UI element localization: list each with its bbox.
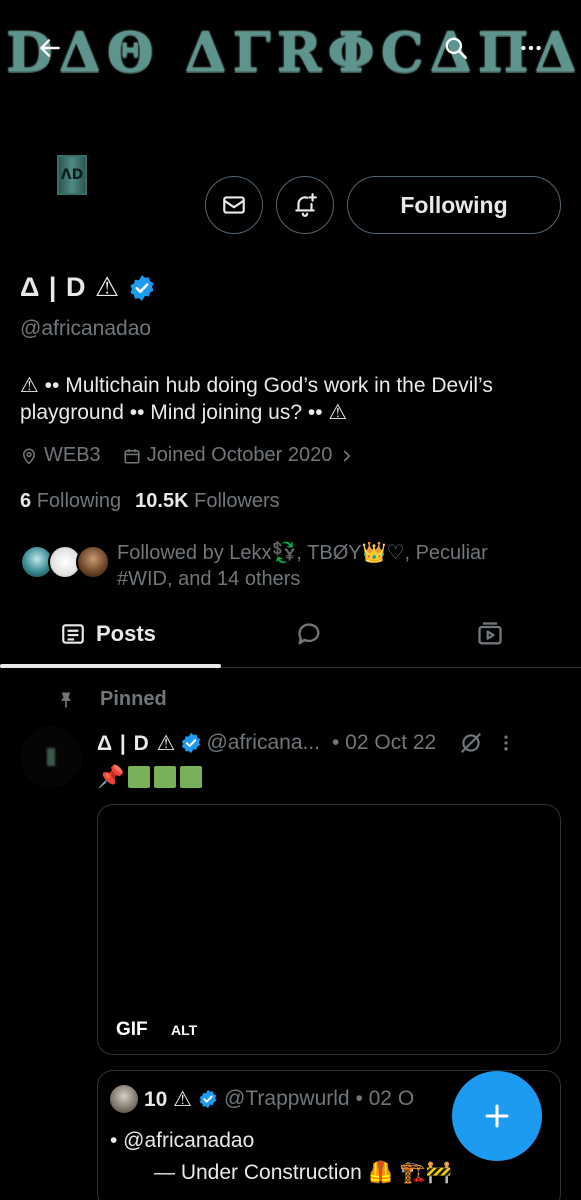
profile-handle: @africanadao [20, 317, 152, 340]
replies-icon [298, 623, 320, 645]
tab-replies[interactable] [295, 600, 323, 668]
quoted-post-header: 10 ⚠ @Trappwurld • 02 O [110, 1085, 414, 1113]
bell-plus-icon [295, 193, 317, 217]
post-author-handle: @africana... [206, 731, 320, 754]
quoted-line: • @africanadao [110, 1129, 255, 1152]
location-text: WEB3 [44, 444, 101, 466]
followed-by-text: Followed by Lekx💱, TBØY👑♡, Peculiar #WID… [117, 542, 488, 590]
compose-button[interactable] [452, 1071, 542, 1161]
followed-by-row[interactable]: Followed by Lekx💱, TBØY👑♡, Peculiar #WID… [20, 540, 537, 592]
post-author-avatar[interactable] [20, 726, 82, 788]
following-button[interactable]: Following [347, 176, 561, 234]
grok-icon[interactable] [458, 730, 484, 756]
follower-avatar [76, 545, 110, 579]
follower-avatars [20, 545, 112, 585]
profile-bio: ⚠ •• Multichain hub doing God’s work in … [20, 374, 493, 424]
pinned-label: Pinned [56, 688, 167, 711]
profile-meta: WEB3 Joined October 2020 [20, 444, 378, 467]
quoted-author-avatar [110, 1085, 138, 1113]
plus-icon [485, 1104, 509, 1128]
following-stat[interactable]: 6 Following [20, 490, 121, 513]
quoted-line: — Under Construction 🦺 🏗️🚧 [154, 1161, 452, 1184]
calendar-icon [124, 448, 140, 463]
search-icon [445, 37, 467, 59]
post-date[interactable]: • 02 Oct 22 [332, 731, 436, 755]
notifications-button[interactable] [276, 176, 334, 234]
green-square-icon [154, 766, 177, 788]
quoted-author-name: 10 ⚠ [144, 1087, 193, 1111]
post-text: 📌 [97, 764, 203, 790]
profile-avatar[interactable]: ΛD [20, 120, 144, 244]
chevron-right-icon [344, 450, 351, 461]
quoted-author-handle: @Trappwurld • 02 O [224, 1087, 415, 1110]
joined-item[interactable]: Joined October 2020 [123, 444, 357, 467]
gif-badge: GIF [116, 1019, 148, 1040]
message-button[interactable] [205, 176, 263, 234]
search-button[interactable] [430, 22, 482, 74]
quoted-post-body: • @africanadao — Under Construction 🦺 🏗️… [110, 1125, 452, 1189]
tab-indicator [0, 664, 221, 668]
more-horizontal-icon [521, 45, 541, 51]
follow-stats: 6 Following 10.5K Followers [20, 490, 280, 513]
back-button[interactable] [24, 22, 76, 74]
followers-stat[interactable]: 10.5K Followers [135, 490, 280, 513]
joined-text: Joined October 2020 [146, 444, 333, 466]
display-name-row: Δ | D ⚠ [20, 272, 156, 303]
green-square-icon [128, 766, 151, 788]
media-icon [478, 622, 502, 645]
post-author-name[interactable]: Δ | D ⚠ [97, 731, 176, 756]
gif-media[interactable]: GIF ALT [97, 804, 561, 1055]
profile-tabs: Posts [0, 600, 581, 668]
green-square-icon [180, 766, 203, 788]
tab-posts[interactable]: Posts [60, 600, 156, 668]
profile-banner[interactable]: DΔΘ ΔΓRΦCΔПΔ [0, 0, 581, 100]
pushpin-icon [61, 692, 71, 707]
display-name: Δ | D ⚠ [20, 272, 121, 302]
verified-badge-icon[interactable] [128, 274, 156, 302]
banner-text: DΔΘ ΔΓRΦCΔПΔ [6, 20, 581, 84]
envelope-icon [223, 196, 245, 214]
more-options-button[interactable] [505, 22, 557, 74]
tab-media[interactable] [476, 600, 504, 668]
arrow-left-icon [40, 39, 60, 57]
verified-badge-icon [198, 1089, 218, 1109]
post-text-prefix: 📌 [97, 764, 125, 789]
location-pin-icon [22, 448, 36, 465]
location-item: WEB3 [20, 444, 101, 467]
more-vertical-icon[interactable] [496, 730, 516, 756]
post-header: Δ | D ⚠ @africana... • 02 Oct 22 [97, 730, 567, 756]
verified-badge-icon [176, 732, 206, 754]
tab-posts-label: Posts [96, 621, 156, 646]
alt-badge[interactable]: ALT [171, 1022, 197, 1038]
avatar-logo: ΛD [57, 155, 87, 195]
posts-icon [62, 624, 84, 644]
